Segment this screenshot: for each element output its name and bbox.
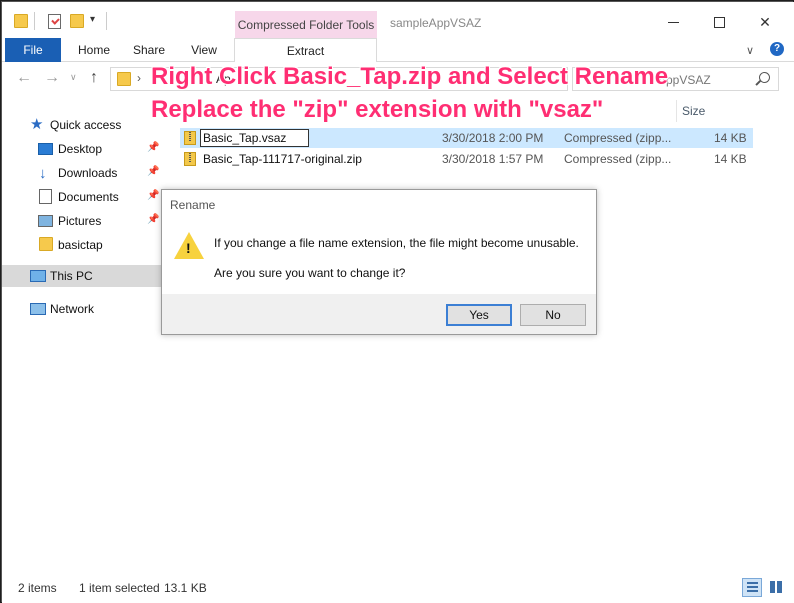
ribbon-tabs: File Home Share View Extract ∨ ? <box>2 38 794 63</box>
back-arrow-icon[interactable]: ← <box>16 69 32 87</box>
nav-item-quick-access[interactable]: ★ Quick access <box>2 114 162 136</box>
nav-item-pictures[interactable]: Pictures 📌 <box>2 210 162 232</box>
pin-icon[interactable]: 📌 <box>147 142 159 153</box>
help-icon[interactable]: ? <box>770 42 784 56</box>
nav-item-basictap[interactable]: basictap <box>2 234 162 256</box>
zip-file-icon <box>184 131 196 145</box>
column-divider[interactable] <box>676 100 677 122</box>
yes-button[interactable]: Yes <box>446 304 512 326</box>
search-icon <box>759 72 770 83</box>
tab-home[interactable]: Home <box>66 38 122 62</box>
nav-item-downloads[interactable]: ↓ Downloads 📌 <box>2 162 162 184</box>
new-folder-icon[interactable] <box>70 14 84 28</box>
explorer-window: ▾ Compressed Folder Tools sampleAppVSAZ … <box>0 0 794 603</box>
nav-item-label: This PC <box>50 269 93 283</box>
close-button[interactable]: ✕ <box>742 8 788 36</box>
file-size: 14 KB <box>714 152 747 166</box>
close-icon: ✕ <box>759 13 771 30</box>
tab-file[interactable]: File <box>5 38 61 62</box>
nav-item-label: Quick access <box>50 118 122 132</box>
maximize-button[interactable] <box>696 8 742 36</box>
status-bar: 2 items 1 item selected 13.1 KB <box>2 574 794 603</box>
star-icon: ★ <box>30 116 44 133</box>
nav-item-label: basictap <box>58 238 103 252</box>
rename-input[interactable]: Basic_Tap.vsaz <box>200 129 309 147</box>
tab-share[interactable]: Share <box>124 38 174 62</box>
nav-item-label: Documents <box>58 190 119 204</box>
recent-locations-icon[interactable]: ∨ <box>70 72 77 83</box>
nav-item-network[interactable]: Network <box>2 298 162 320</box>
computer-icon <box>30 270 46 282</box>
nav-item-desktop[interactable]: Desktop 📌 <box>2 138 162 160</box>
customize-quick-access-icon[interactable]: ▾ <box>90 14 95 25</box>
dialog-footer: Yes No <box>162 294 596 334</box>
warning-mark: ! <box>186 240 191 256</box>
chevron-right-icon[interactable]: › <box>137 71 141 85</box>
file-date: 3/30/2018 2:00 PM <box>442 131 544 145</box>
maximize-icon <box>713 16 725 28</box>
nav-item-label: Network <box>50 302 95 316</box>
toolbar-divider <box>34 12 35 30</box>
nav-item-label: Downloads <box>58 166 118 180</box>
pin-icon[interactable]: 📌 <box>147 214 159 225</box>
large-icons-view-icon[interactable] <box>768 579 786 596</box>
file-type: Compressed (zipp... <box>564 152 672 166</box>
no-button[interactable]: No <box>520 304 586 326</box>
forward-arrow-icon[interactable]: → <box>44 69 60 87</box>
details-view-icon[interactable] <box>742 578 762 597</box>
folder-icon <box>14 14 28 28</box>
desktop-icon <box>38 143 53 155</box>
file-name: Basic_Tap-111717-original.zip <box>203 152 362 166</box>
pin-icon[interactable]: 📌 <box>147 166 159 177</box>
tab-view[interactable]: View <box>180 38 228 62</box>
network-icon <box>30 303 46 315</box>
selection-size: 13.1 KB <box>164 581 207 595</box>
zip-file-icon <box>184 152 196 166</box>
nav-item-documents[interactable]: Documents 📌 <box>2 186 162 208</box>
navigation-pane: ★ Quick access Desktop 📌 ↓ Downloads 📌 D… <box>2 96 162 574</box>
nav-item-this-pc[interactable]: This PC <box>2 265 162 287</box>
properties-icon[interactable] <box>48 14 61 29</box>
item-count: 2 items <box>18 581 57 595</box>
documents-icon <box>39 189 52 204</box>
download-icon: ↓ <box>39 165 47 182</box>
tutorial-annotation-line-1: Right Click Basic_Tap.zip and Select Ren… <box>151 63 669 90</box>
nav-item-label: Pictures <box>58 214 102 228</box>
folder-icon <box>39 237 53 251</box>
nav-item-label: Desktop <box>58 142 103 156</box>
pictures-icon <box>38 215 53 227</box>
toolbar-divider <box>106 12 107 30</box>
file-date: 3/30/2018 1:57 PM <box>442 152 544 166</box>
contextual-tab-header: Compressed Folder Tools <box>235 11 377 39</box>
up-arrow-icon[interactable]: ↑ <box>90 69 98 87</box>
file-row-selected[interactable]: Basic_Tap.vsaz 3/30/2018 2:00 PM Compres… <box>180 128 753 148</box>
file-type: Compressed (zipp... <box>564 131 672 145</box>
minimize-icon <box>667 21 679 23</box>
minimize-button[interactable] <box>650 8 696 36</box>
column-header-size[interactable]: Size <box>682 104 705 118</box>
file-row[interactable]: Basic_Tap-111717-original.zip 3/30/2018 … <box>180 149 753 169</box>
title-bar: ▾ Compressed Folder Tools sampleAppVSAZ … <box>2 2 794 39</box>
pin-icon[interactable]: 📌 <box>147 190 159 201</box>
expand-ribbon-icon[interactable]: ∨ <box>746 44 754 57</box>
folder-icon <box>117 72 131 86</box>
selection-count: 1 item selected <box>79 581 160 595</box>
window-title: sampleAppVSAZ <box>390 16 482 30</box>
dialog-message: If you change a file name extension, the… <box>214 236 579 250</box>
rename-dialog: Rename ! If you change a file name exten… <box>161 189 597 335</box>
tab-extract[interactable]: Extract <box>234 38 377 63</box>
file-list: Size Basic_Tap.vsaz 3/30/2018 2:00 PM Co… <box>162 96 794 574</box>
file-size: 14 KB <box>714 131 747 145</box>
tutorial-annotation-line-2: Replace the "zip" extension with "vsaz" <box>151 96 604 123</box>
dialog-question: Are you sure you want to change it? <box>214 266 406 280</box>
dialog-title: Rename <box>170 198 216 212</box>
